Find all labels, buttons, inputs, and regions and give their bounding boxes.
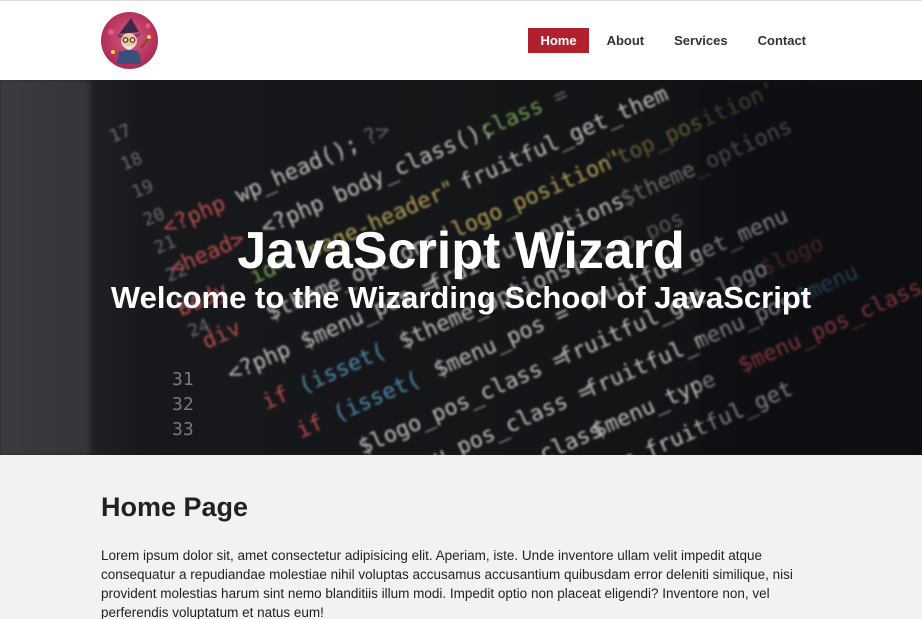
page-title: Home Page: [101, 492, 249, 522]
nav-about[interactable]: About: [595, 28, 657, 53]
nav-services[interactable]: Services: [662, 28, 740, 53]
navbar: Home About Services Contact: [0, 1, 922, 80]
main-nav: Home About Services Contact: [528, 28, 818, 53]
wizard-logo-icon[interactable]: [101, 12, 158, 69]
nav-contact[interactable]: Contact: [746, 28, 818, 53]
hero-banner: 17 18 19 20 21 22 23 24 31 32 33 <?php w…: [0, 80, 922, 455]
nav-home[interactable]: Home: [528, 28, 589, 53]
hero-subtitle: Welcome to the Wizarding School of JavaS…: [110, 280, 812, 315]
page-body-text: Lorem ipsum dolor sit, amet consectetur …: [101, 548, 793, 619]
main-content: Home Page Lorem ipsum dolor sit, amet co…: [0, 455, 922, 619]
hero-title: JavaScript Wizard: [237, 222, 685, 280]
